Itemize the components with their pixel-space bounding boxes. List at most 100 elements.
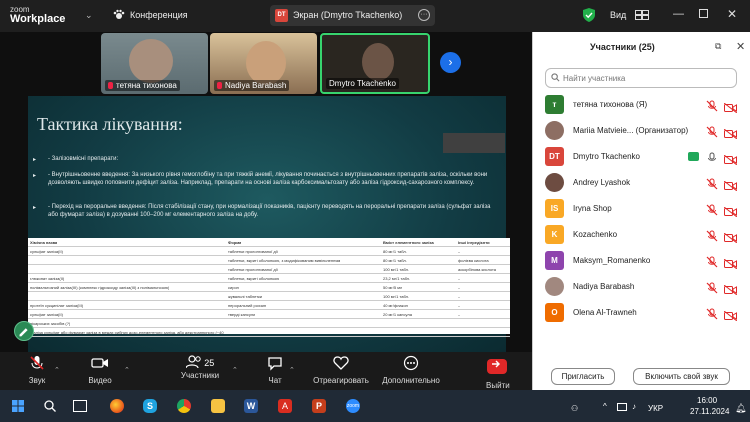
more-options-icon[interactable]: ···: [418, 9, 430, 21]
participant-row[interactable]: Andrey Lyashok: [532, 170, 750, 196]
pop-out-icon[interactable]: ⧉: [715, 41, 721, 52]
camera-off-icon[interactable]: [723, 230, 738, 244]
table-row: таблетки пролонгованої дії 100 мг/1 табл.…: [28, 265, 510, 274]
camera-off-icon[interactable]: [723, 100, 738, 114]
camera-off-icon[interactable]: [723, 256, 738, 270]
camera-off-icon[interactable]: [723, 282, 738, 296]
chevron-down-icon[interactable]: ⌄: [85, 10, 93, 21]
avatar: [545, 121, 564, 140]
participant-row[interactable]: DT Dmytro Tkachenko: [532, 144, 750, 170]
mic-muted-icon[interactable]: [706, 99, 718, 112]
people-tray-icon[interactable]: ⚇: [571, 404, 578, 413]
participant-row[interactable]: K Kozachenko: [532, 222, 750, 248]
participants-count: 25: [204, 358, 215, 368]
camera-off-icon[interactable]: [723, 308, 738, 322]
thumbnail-name: Nadiya Barabash: [214, 80, 290, 91]
participants-button[interactable]: 25 Участники: [179, 355, 221, 380]
participant-row[interactable]: т тетяна тихонова (Я): [532, 92, 750, 118]
camera-off-icon[interactable]: [723, 178, 738, 192]
file-explorer-icon[interactable]: [211, 399, 225, 413]
zoom-icon[interactable]: zoom: [346, 399, 360, 413]
chat-caret-icon[interactable]: ⌃: [289, 366, 295, 374]
invite-button[interactable]: Пригласить: [551, 368, 615, 385]
chat-icon: [268, 357, 282, 371]
clock-date[interactable]: 27.11.2024: [690, 407, 729, 416]
table-cell: 40 мг/флакон: [383, 303, 408, 308]
minimize-icon[interactable]: —: [673, 8, 684, 20]
video-thumbnail[interactable]: Nadiya Barabash: [210, 33, 317, 94]
slide-title: Тактика лікування:: [37, 114, 183, 134]
leave-icon[interactable]: [487, 359, 507, 374]
audio-caret-icon[interactable]: ⌃: [54, 366, 60, 374]
close-panel-icon[interactable]: ✕: [736, 40, 745, 53]
video-caret-icon[interactable]: ⌃: [124, 366, 130, 374]
participant-row[interactable]: O Olena Al-Trawneh: [532, 300, 750, 326]
next-page-arrow-icon[interactable]: ›: [440, 52, 461, 73]
clock-time[interactable]: 16:00: [697, 396, 717, 405]
close-icon[interactable]: ✕: [727, 7, 737, 21]
participants-label: Участники: [180, 371, 220, 380]
mic-muted-icon[interactable]: [706, 281, 718, 294]
participant-row[interactable]: IS Iryna Shop: [532, 196, 750, 222]
shield-check-icon[interactable]: [583, 8, 595, 22]
search-icon[interactable]: [44, 400, 56, 412]
firefox-icon[interactable]: [110, 399, 124, 413]
acrobat-icon[interactable]: A: [278, 399, 292, 413]
chat-button[interactable]: Чат: [266, 355, 284, 385]
camera-off-icon[interactable]: [723, 204, 738, 218]
react-button[interactable]: Отреагировать: [310, 355, 372, 385]
participant-row[interactable]: M Maksym_Romanenko: [532, 248, 750, 274]
mic-muted-icon[interactable]: [706, 203, 718, 216]
camera-off-icon[interactable]: [723, 126, 738, 140]
conference-icon[interactable]: [113, 9, 125, 21]
share-avatar-badge: DT: [275, 9, 288, 22]
screen-share-icon: [688, 152, 699, 161]
mic-muted-icon[interactable]: [706, 125, 718, 138]
network-icon[interactable]: [617, 403, 627, 411]
mic-muted-icon[interactable]: [706, 307, 718, 320]
annotate-pen-icon[interactable]: [14, 321, 34, 341]
table-cell: пероральний розчин: [228, 303, 267, 308]
tray-expand-icon[interactable]: ^: [603, 402, 607, 411]
participant-name: Maksym_Romanenko: [573, 256, 651, 265]
chrome-icon[interactable]: [177, 399, 191, 413]
participant-row[interactable]: Mariia Matvieie... (Организатор): [532, 118, 750, 144]
word-icon[interactable]: W: [244, 399, 258, 413]
leave-label[interactable]: Выйти: [486, 381, 510, 390]
mic-icon[interactable]: [706, 151, 718, 163]
participant-row[interactable]: Nadiya Barabash: [532, 274, 750, 300]
audio-button[interactable]: Звук: [24, 355, 50, 385]
conference-label[interactable]: Конференция: [130, 10, 188, 20]
unmute-self-button[interactable]: Включить свой звук: [633, 368, 730, 385]
task-view-icon[interactable]: [73, 400, 87, 412]
table-cell: тверді капсули: [228, 312, 256, 317]
powerpoint-icon[interactable]: P: [312, 399, 326, 413]
more-button[interactable]: Дополнительно: [380, 355, 442, 385]
search-participant-input[interactable]: [563, 70, 733, 86]
video-button[interactable]: Видео: [86, 355, 114, 385]
mic-muted-icon[interactable]: [706, 255, 718, 268]
participant-face: [246, 41, 286, 85]
video-thumbnail[interactable]: тетяна тихонова: [101, 33, 208, 94]
volume-icon[interactable]: ♪: [632, 402, 636, 411]
language-indicator[interactable]: УКР: [648, 404, 663, 413]
camera-off-icon[interactable]: [723, 152, 738, 166]
notification-bell-icon[interactable]: 🔔︎: [735, 403, 746, 414]
table-cell: 50 мг/5 мл: [383, 285, 403, 290]
audio-label: Звук: [28, 376, 46, 385]
mic-muted-icon[interactable]: [706, 229, 718, 242]
view-label[interactable]: Вид: [610, 10, 626, 20]
table-cell: 80 мг/1 табл.: [383, 249, 407, 254]
video-thumbnail-active-speaker[interactable]: Dmytro Tkachenko: [320, 33, 430, 94]
windows-start-icon[interactable]: [12, 400, 24, 412]
mic-muted-icon[interactable]: [706, 177, 718, 190]
view-grid-icon[interactable]: [635, 10, 649, 20]
thumbnail-name: тетяна тихонова: [105, 80, 180, 91]
table-row: *заліза сульфат або фумарат заліза в меж…: [28, 328, 510, 337]
participant-name: Dmytro Tkachenko: [573, 152, 640, 161]
participants-caret-icon[interactable]: ⌃: [232, 366, 238, 374]
skype-icon[interactable]: S: [143, 399, 157, 413]
video-label: Видео: [88, 376, 112, 385]
participants-title: Участники (25): [590, 42, 655, 52]
maximize-icon[interactable]: [699, 9, 708, 18]
